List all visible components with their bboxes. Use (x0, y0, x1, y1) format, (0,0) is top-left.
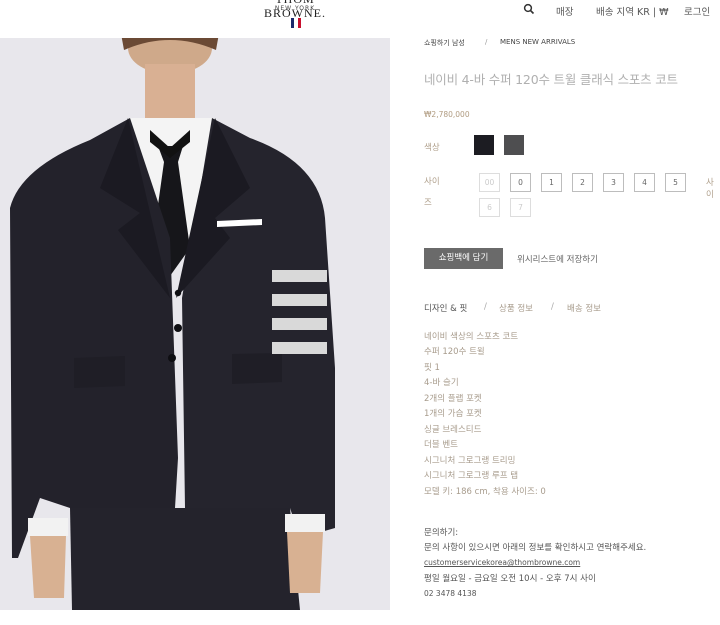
detail-item: 1개의 가슴 포켓 (424, 409, 482, 419)
flag-icon (291, 18, 301, 28)
search-icon[interactable] (523, 3, 535, 15)
color-swatch-grey[interactable] (504, 135, 524, 155)
size-option-0[interactable]: 0 (510, 173, 531, 192)
model-in-suit-image (0, 38, 390, 610)
product-title: 네이비 4-바 수퍼 120수 트윌 클래식 스포츠 코트 (424, 72, 678, 87)
detail-item: 싱글 브레스티드 (424, 425, 482, 435)
brand-subtitle: NEW YORK (274, 5, 316, 12)
breadcrumb-item-new-arrivals[interactable]: MENS NEW ARRIVALS (500, 38, 575, 46)
tab-product-info[interactable]: 상품 정보 (499, 302, 533, 314)
color-swatch-navy[interactable] (474, 135, 494, 155)
tab-shipping-info[interactable]: 배송 정보 (567, 302, 601, 314)
save-to-wishlist-link[interactable]: 위시리스트에 저장하기 (517, 253, 598, 265)
tab-separator: / (551, 302, 554, 312)
breadcrumb-separator: / (485, 38, 488, 46)
tab-separator: / (484, 302, 487, 312)
detail-item: 2개의 플랩 포켓 (424, 394, 482, 404)
size-option-2[interactable]: 2 (572, 173, 593, 192)
size-option-1[interactable]: 1 (541, 173, 562, 192)
size-option-4[interactable]: 4 (634, 173, 655, 192)
contact-message: 문의 사항이 있으시면 아래의 정보를 확인하시고 연락해주세요. (424, 543, 647, 553)
size-option-6[interactable]: 6 (479, 198, 500, 217)
detail-item: 핏 1 (424, 363, 440, 373)
size-option-5[interactable]: 5 (665, 173, 686, 192)
breadcrumb-item-shop-men[interactable]: 쇼핑하기 남성 (424, 38, 465, 48)
size-guide-link[interactable]: 사이 (706, 176, 720, 200)
stores-link[interactable]: 매장 (556, 4, 573, 18)
detail-item: 4-바 슬기 (424, 378, 459, 388)
size-option-7[interactable]: 7 (510, 198, 531, 217)
detail-item: 모델 키: 186 cm, 착용 사이즈: 0 (424, 487, 546, 497)
tab-design-fit[interactable]: 디자인 & 핏 (424, 302, 467, 314)
contact-heading: 문의하기: (424, 528, 459, 538)
detail-item: 네이비 색상의 스포츠 코트 (424, 332, 519, 342)
color-label: 색상 (424, 143, 440, 153)
add-to-bag-button[interactable]: 쇼핑백에 담기 (424, 248, 503, 269)
login-link[interactable]: 로그인 (684, 4, 710, 18)
size-option-00[interactable]: 00 (479, 173, 500, 192)
product-price: ₩2,780,000 (424, 110, 470, 119)
detail-item: 시그니처 그로그랭 루프 탭 (424, 471, 519, 481)
size-label: 사이 (424, 177, 440, 187)
contact-hours: 평일 월요일 - 금요일 오전 10시 - 오후 7시 사이 (424, 574, 596, 584)
size-label-cont: 즈 (424, 198, 432, 208)
size-option-3[interactable]: 3 (603, 173, 624, 192)
contact-phone[interactable]: 02 3478 4138 (424, 589, 477, 598)
detail-item: 시그니처 그로그랭 트리밍 (424, 456, 516, 466)
contact-email-link[interactable]: customerservicekorea@thombrowne.com (424, 558, 580, 567)
detail-item: 수퍼 120수 트윌 (424, 347, 485, 357)
shipping-region-selector[interactable]: 배송 지역 KR | ₩ (596, 4, 668, 18)
detail-item: 더블 벤트 (424, 440, 458, 450)
product-image[interactable] (0, 38, 390, 610)
